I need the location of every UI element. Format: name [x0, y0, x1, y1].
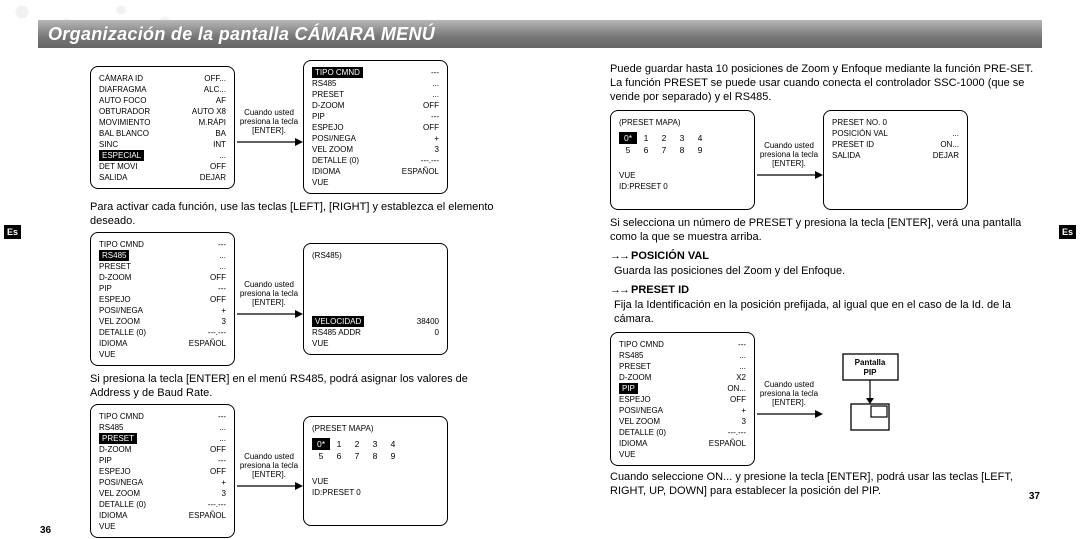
page-number-left: 36	[40, 525, 51, 536]
text-pip: Cuando seleccione ON... y presione la te…	[610, 470, 1040, 498]
text-select-preset: Si selecciona un número de PRESET y pres…	[610, 216, 1040, 244]
section-posicion: →→POSICIÓN VAL Guarda las posiciones del…	[610, 250, 1040, 326]
lang-tab-right: Es	[1059, 225, 1076, 239]
row-r1: (PRESET MAPA)0*123456789VUEID:PRESET 0 C…	[610, 110, 1040, 210]
arrow-r1: Cuando ustedpresiona la tecla[ENTER].	[755, 141, 823, 180]
text-intro: Puede guardar hasta 10 posiciones de Zoo…	[610, 62, 1040, 104]
pip-label-2: PIP	[864, 368, 878, 377]
row-1: CÁMARA IDOFF...DIAFRAGMAALC...AUTO FOCOA…	[90, 60, 530, 194]
page-number-right: 37	[1029, 491, 1040, 502]
panel-rs485-detail: (RS485) VELOCIDAD38400RS485 ADDR0VUE	[303, 243, 448, 355]
arrow-r2: Cuando ustedpresiona la tecla[ENTER].	[755, 380, 823, 419]
bullet-arrows-icon: →→	[610, 284, 628, 296]
arrow-3: Cuando ustedpresiona la tecla[ENTER].	[235, 452, 303, 491]
page-title: Organización de la pantalla CÁMARA MENÚ	[48, 24, 435, 45]
panel-pip-sel: TIPO CMND---RS485...PRESET...D-ZOOMX2PIP…	[610, 332, 755, 466]
page-left: CÁMARA IDOFF...DIAFRAGMAALC...AUTO FOCOA…	[40, 60, 530, 538]
text-posicion-body: Guarda las posiciones del Zoom y del Enf…	[614, 264, 1040, 278]
arrow-1: Cuando ustedpresiona la tecla[ENTER].	[235, 108, 303, 147]
panel-camera-menu: CÁMARA IDOFF...DIAFRAGMAALC...AUTO FOCOA…	[90, 66, 235, 189]
row-3: TIPO CMND---RS485...PRESET...D-ZOOMOFFPI…	[90, 404, 530, 538]
panel-preset-mapa-1: (PRESET MAPA)0*123456789VUEID:PRESET 0	[303, 416, 448, 526]
heading-posicion-val-label: POSICIÓN VAL	[631, 250, 709, 262]
heading-preset-id: →→PRESET ID	[610, 284, 1040, 296]
row-2: TIPO CMND---RS485...PRESET...D-ZOOMOFFPI…	[90, 232, 530, 366]
pip-label-1: Pantalla	[855, 358, 886, 367]
page-right: Puede guardar hasta 10 posiciones de Zoo…	[550, 60, 1040, 504]
row-r2: TIPO CMND---RS485...PRESET...D-ZOOMX2PIP…	[610, 332, 1040, 466]
arrow-2: Cuando ustedpresiona la tecla[ENTER].	[235, 280, 303, 319]
heading-posicion-val: →→POSICIÓN VAL	[610, 250, 1040, 262]
panel-preset-no: PRESET NO. 0POSICIÓN VAL...PRESET IDON..…	[823, 110, 968, 210]
heading-preset-id-label: PRESET ID	[631, 284, 689, 296]
text-activate: Para activar cada función, use las tecla…	[90, 200, 510, 228]
pip-diagram: Pantalla PIP	[823, 348, 943, 451]
lang-tab-left: Es	[4, 225, 21, 239]
bullet-arrows-icon: →→	[610, 250, 628, 262]
text-preset-id-body: Fija la Identificación en la posición pr…	[614, 298, 1040, 326]
panel-tipo-cmnd: TIPO CMND---RS485...PRESET...D-ZOOMOFFPI…	[303, 60, 448, 194]
title-bar: Organización de la pantalla CÁMARA MENÚ	[38, 20, 1042, 48]
panel-rs485-sel: TIPO CMND---RS485...PRESET...D-ZOOMOFFPI…	[90, 232, 235, 366]
text-rs485: Si presiona la tecla [ENTER] en el menú …	[90, 372, 510, 400]
panel-preset-mapa-2: (PRESET MAPA)0*123456789VUEID:PRESET 0	[610, 110, 755, 210]
panel-preset-sel: TIPO CMND---RS485...PRESET...D-ZOOMOFFPI…	[90, 404, 235, 538]
